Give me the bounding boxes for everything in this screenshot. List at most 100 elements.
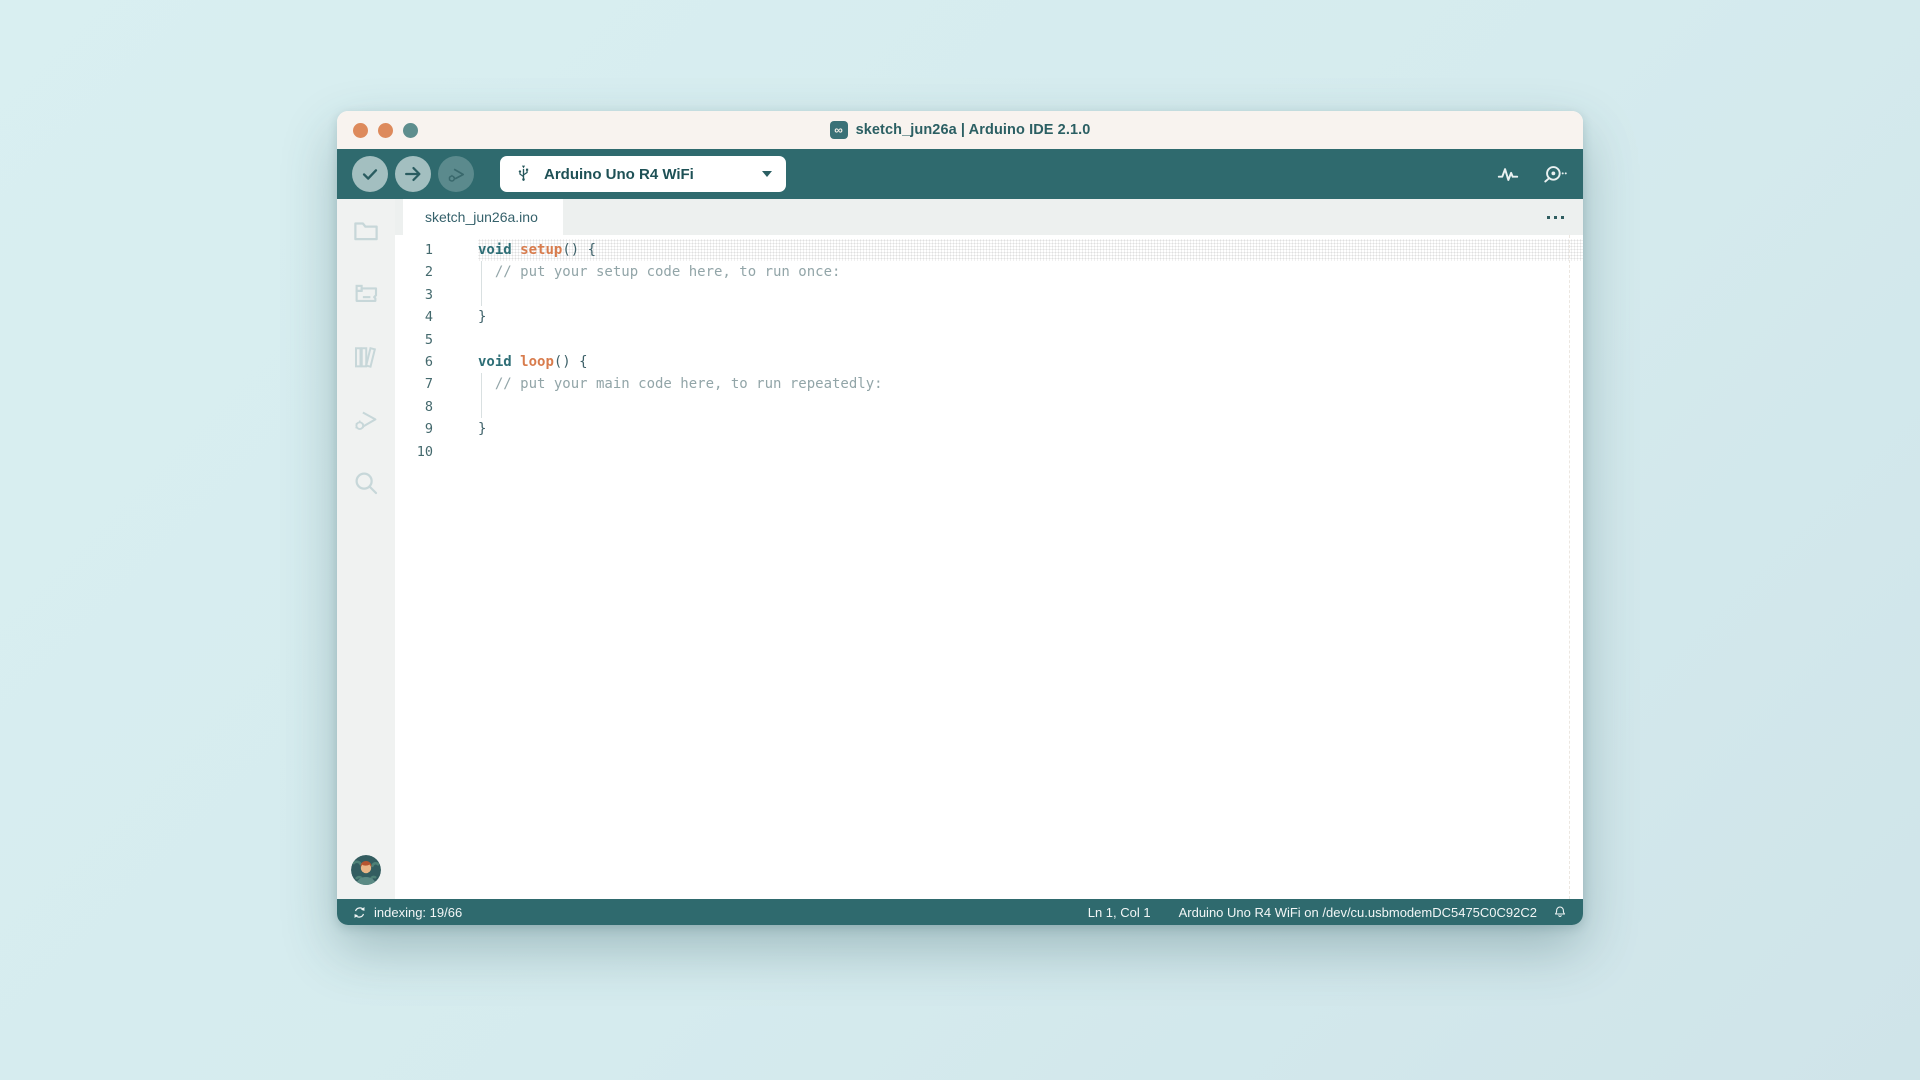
indent-guide [481, 396, 482, 418]
token-function: loop [520, 354, 554, 370]
code-text[interactable]: void loop() { [478, 351, 1583, 373]
zoom-window-button[interactable] [403, 123, 418, 138]
serial-plotter-button[interactable] [1495, 161, 1521, 187]
token-plain: () { [554, 354, 588, 370]
code-text[interactable]: // put your main code here, to run repea… [478, 373, 1583, 395]
line-number: 4 [395, 306, 445, 328]
sidebar-item-debug[interactable] [337, 388, 395, 451]
arduino-app-icon: ∞ [830, 121, 848, 139]
bell-icon[interactable] [1552, 904, 1568, 920]
line-number: 6 [395, 351, 445, 373]
arrow-right-icon [402, 163, 424, 185]
token-keyword: void [478, 242, 520, 258]
cursor-position[interactable]: Ln 1, Col 1 [1088, 905, 1151, 920]
code-text[interactable] [478, 396, 1583, 418]
code-line[interactable]: 9} [395, 418, 1583, 440]
toolbar: Arduino Uno R4 WiFi [337, 149, 1583, 199]
circuit-board-icon [351, 279, 381, 309]
code-text[interactable] [478, 284, 1583, 306]
status-right-group: Ln 1, Col 1 Arduino Uno R4 WiFi on /dev/… [1088, 904, 1568, 920]
line-number: 8 [395, 396, 445, 418]
selected-board-label: Arduino Uno R4 WiFi [544, 166, 694, 183]
code-line[interactable]: 8 [395, 396, 1583, 418]
window-title: sketch_jun26a | Arduino IDE 2.1.0 [856, 122, 1091, 138]
line-number: 3 [395, 284, 445, 306]
indexing-status: indexing: 19/66 [374, 905, 462, 920]
code-text[interactable]: } [478, 418, 1583, 440]
toolbar-right-group [1495, 161, 1568, 188]
board-selector-dropdown[interactable]: Arduino Uno R4 WiFi [500, 156, 786, 192]
account-avatar[interactable] [351, 855, 381, 885]
status-left-group: indexing: 19/66 [352, 905, 462, 920]
sidebar-item-library-manager[interactable] [337, 325, 395, 388]
line-number: 10 [395, 441, 445, 463]
sidebar-item-search[interactable] [337, 451, 395, 514]
indent-guide [481, 284, 482, 306]
check-icon [359, 163, 381, 185]
code-line[interactable]: 1 void setup() { [395, 239, 1583, 261]
code-line[interactable]: 2 // put your setup code here, to run on… [395, 261, 1583, 283]
title-bar: ∞ sketch_jun26a | Arduino IDE 2.1.0 [337, 111, 1583, 149]
token-comment: // put your main code here, to run repea… [478, 376, 883, 392]
indent-guide [481, 261, 482, 283]
serial-monitor-button[interactable] [1541, 161, 1568, 188]
code-line[interactable]: 4} [395, 306, 1583, 328]
line-number: 9 [395, 418, 445, 440]
search-icon [351, 468, 381, 498]
verify-button[interactable] [352, 156, 388, 192]
code-text[interactable]: } [478, 306, 1583, 328]
debug-button[interactable] [438, 156, 474, 192]
line-number: 1 [395, 239, 445, 261]
serial-monitor-icon [1541, 161, 1568, 188]
token-plain: () { [562, 242, 596, 258]
close-window-button[interactable] [353, 123, 368, 138]
code-text[interactable]: // put your setup code here, to run once… [478, 261, 1583, 283]
tab-overflow-menu[interactable] [1528, 199, 1583, 235]
upload-button[interactable] [395, 156, 431, 192]
arduino-ide-window: ∞ sketch_jun26a | Arduino IDE 2.1.0 [337, 111, 1583, 925]
code-line[interactable]: 5 [395, 329, 1583, 351]
pulse-wave-icon [1495, 161, 1521, 187]
code-line[interactable]: 7 // put your main code here, to run rep… [395, 373, 1583, 395]
tab-bar: sketch_jun26a.ino [395, 199, 1583, 235]
code-line[interactable]: 10 [395, 441, 1583, 463]
traffic-lights [353, 111, 418, 149]
editor-lines: 1void setup() {2 // put your setup code … [395, 239, 1583, 463]
token-function: setup [520, 242, 562, 258]
line-number: 5 [395, 329, 445, 351]
code-text[interactable]: void setup() { [478, 239, 1583, 261]
editor-overview-ruler[interactable] [1569, 235, 1570, 899]
code-line[interactable]: 3 [395, 284, 1583, 306]
status-bar: indexing: 19/66 Ln 1, Col 1 Arduino Uno … [337, 899, 1583, 925]
avatar-image [351, 855, 381, 885]
chevron-down-icon [762, 171, 772, 177]
code-line[interactable]: 6 void loop() { [395, 351, 1583, 373]
ellipsis-dot [1547, 216, 1550, 219]
activity-bar [337, 199, 395, 899]
usb-icon [514, 165, 533, 184]
debug-play-bug-icon [445, 163, 468, 186]
debug-play-bug-icon [351, 405, 381, 435]
code-text[interactable] [478, 329, 1583, 351]
books-icon [351, 342, 381, 372]
code-text[interactable] [478, 441, 1583, 463]
tab-sketch-file[interactable]: sketch_jun26a.ino [403, 199, 563, 235]
minimize-window-button[interactable] [378, 123, 393, 138]
code-editor[interactable]: 1void setup() {2 // put your setup code … [395, 235, 1583, 899]
sidebar-item-sketchbook[interactable] [337, 199, 395, 262]
token-plain: } [478, 421, 486, 437]
main-area: sketch_jun26a.ino 1void setup() {2 // pu… [337, 199, 1583, 899]
token-keyword: void [478, 354, 520, 370]
board-connection-status[interactable]: Arduino Uno R4 WiFi on /dev/cu.usbmodemD… [1179, 905, 1537, 920]
sync-icon [352, 905, 367, 920]
line-number: 7 [395, 373, 445, 395]
tab-label: sketch_jun26a.ino [425, 209, 538, 225]
token-plain: } [478, 309, 486, 325]
ellipsis-dot [1561, 216, 1564, 219]
sidebar-item-boards-manager[interactable] [337, 262, 395, 325]
editor-column: sketch_jun26a.ino 1void setup() {2 // pu… [395, 199, 1583, 899]
folder-icon [351, 216, 381, 246]
line-number: 2 [395, 261, 445, 283]
window-title-group: ∞ sketch_jun26a | Arduino IDE 2.1.0 [830, 121, 1091, 139]
indent-guide [481, 373, 482, 395]
